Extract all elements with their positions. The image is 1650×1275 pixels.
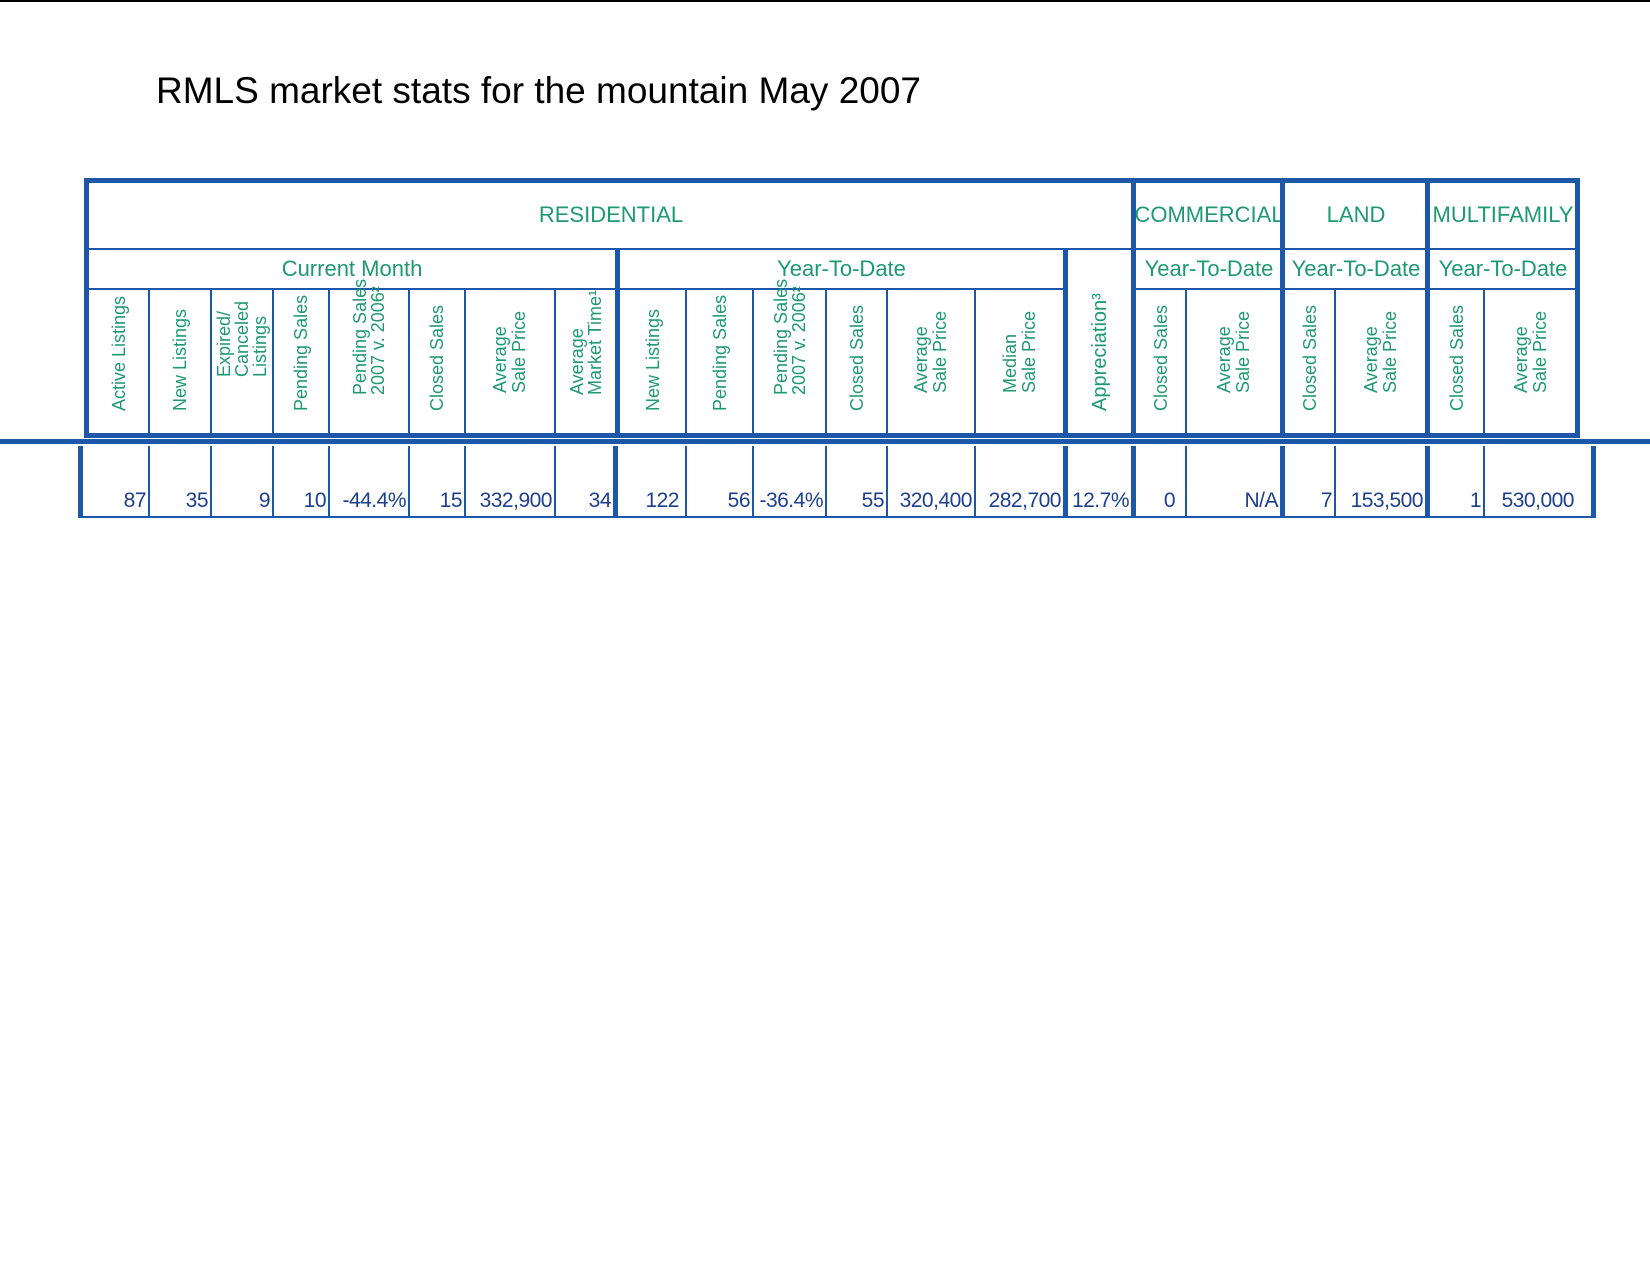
value-multi-closed-sales: 1 [1469,489,1482,512]
value-ytd-median-sale-price: 282,700 [988,489,1062,512]
value-ytd-pending-sales: 56 [727,489,751,512]
subsection-land-ytd: Year-To-Date [1291,256,1421,281]
value-average-sale-price: 332,900 [479,489,553,512]
header-rule [89,248,1576,250]
value-multi-average-sale-price: 530,000 [1501,489,1575,512]
section-commercial: COMMERCIAL [1134,202,1284,227]
value-active-listings: 87 [123,489,147,512]
page-title: RMLS market stats for the mountain May 2… [156,70,922,111]
value-land-average-sale-price: 153,500 [1350,489,1424,512]
value-com-average-sale-price: N/A [1244,489,1278,512]
col-header-ytd-average-sale-price: Average Sale Price [888,290,976,435]
section-land: LAND [1326,202,1386,227]
col-header-ytd-median-sale-price: Median Sale Price [999,310,1039,393]
col-header-average-market-time: Average Market Time¹ [566,289,605,395]
value-average-market-time: 34 [588,489,612,512]
col-header-multi-average-sale-price: Average Sale Price [1510,310,1550,393]
section-residential: RESIDENTIAL [538,202,684,227]
value-appreciation: 12.7% [1071,489,1130,512]
col-header-closed-sales: Closed Sales [410,290,466,435]
value-land-closed-sales: 7 [1320,489,1333,512]
value-pending-vs: -44.4% [342,489,406,512]
col-header-multi-closed-sales: Closed Sales [1430,290,1485,435]
top-rule [0,0,1650,2]
col-header-pending-sales: Pending Sales [274,290,330,435]
col-header-ytd-new-listings: New Listings [620,290,687,435]
col-header-com-closed-sales: Closed Sales [1136,290,1187,435]
col-header-ytd-pending-vs: Pending Sales 2007 v. 2006² [754,279,827,435]
col-header-ytd-closed-sales: Closed Sales [827,290,888,435]
value-new-listings: 35 [185,489,209,512]
value-pending-sales: 10 [303,489,327,512]
subsection-commercial-ytd: Year-To-Date [1144,256,1274,281]
col-header-new-listings: New Listings [150,290,212,435]
subsection-res-ytd: Year-To-Date [777,256,906,281]
data-band-rule [0,439,1650,444]
value-ytd-closed-sales: 55 [861,489,885,512]
col-header-com-average-sale-price: Average Sale Price [1213,310,1253,393]
col-header-ytd-pending-sales: Pending Sales [687,290,754,435]
value-expired-listings: 9 [258,489,271,512]
section-multifamily: MULTIFAMILY [1432,202,1574,227]
col-header-appreciation: Appreciation³ [1088,293,1111,411]
col-header-land-average-sale-price: Average Sale Price [1360,310,1400,393]
col-header-pending-vs: Pending Sales 2007 v. 2006² [330,279,410,435]
value-com-closed-sales: 0 [1163,489,1176,512]
col-header-active-listings: Active Listings [89,290,150,435]
col-header-expired-listings: Expired/ Canceled Listings [212,290,274,435]
value-ytd-new-listings: 122 [645,489,679,512]
value-closed-sales: 15 [439,489,463,512]
value-ytd-average-sale-price: 320,400 [899,489,973,512]
col-header-average-sale-price: Average Sale Price [466,290,556,435]
col-header-land-closed-sales: Closed Sales [1285,290,1336,435]
value-ytd-pending-vs: -36.4% [759,489,823,512]
subsection-multifamily-ytd: Year-To-Date [1438,256,1568,281]
